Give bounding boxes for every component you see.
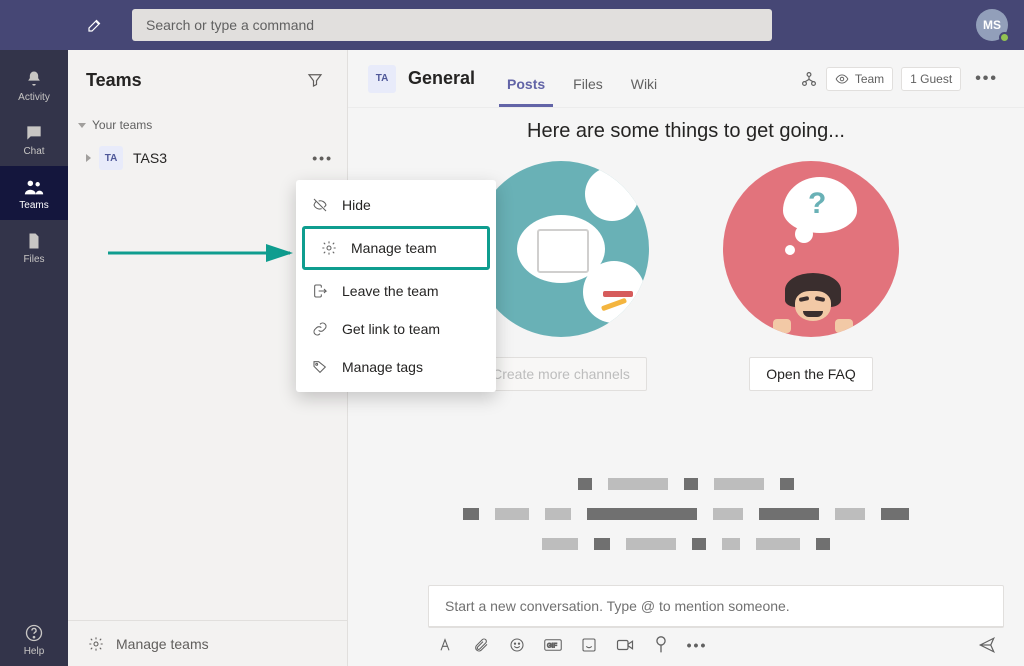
sticker-icon[interactable] (580, 636, 598, 654)
rail-teams[interactable]: Teams (0, 166, 68, 220)
tab-files[interactable]: Files (565, 76, 611, 107)
tag-icon (310, 357, 330, 377)
hide-icon (310, 195, 330, 215)
group-label: Your teams (92, 118, 152, 132)
emoji-icon[interactable] (508, 636, 526, 654)
search-input[interactable]: Search or type a command (132, 9, 772, 41)
attach-icon[interactable] (472, 636, 490, 654)
ctx-manage-team[interactable]: Manage team (302, 226, 490, 270)
rail-label: Activity (18, 92, 50, 103)
ctx-label: Hide (342, 197, 371, 213)
stream-icon[interactable] (652, 636, 670, 654)
panel-title: Teams (86, 70, 301, 91)
channel-more-icon[interactable]: ••• (969, 70, 1004, 88)
team-avatar: TA (99, 146, 123, 170)
loading-skeleton (348, 478, 1024, 550)
team-context-menu: Hide Manage team Leave the team Get link… (296, 180, 496, 392)
format-icon[interactable] (436, 636, 454, 654)
channel-header: TA General Posts Files Wiki Team 1 Guest… (348, 50, 1024, 108)
visibility-pill[interactable]: Team (826, 67, 893, 91)
user-avatar[interactable]: MS (976, 9, 1008, 41)
ctx-label: Manage team (351, 240, 437, 256)
link-icon (310, 319, 330, 339)
gear-icon (319, 238, 339, 258)
gif-icon[interactable]: GIF (544, 636, 562, 654)
org-chart-icon[interactable] (800, 70, 818, 88)
ctx-leave-team[interactable]: Leave the team (296, 272, 496, 310)
panel-header: Teams (68, 50, 347, 110)
rail-label: Files (23, 254, 44, 265)
rail-label: Chat (23, 146, 44, 157)
your-teams-group[interactable]: Your teams (68, 110, 347, 140)
chevron-right-icon (86, 154, 91, 162)
ctx-manage-tags[interactable]: Manage tags (296, 348, 496, 386)
presence-available-icon (999, 32, 1010, 43)
composer-toolbar: GIF ••• (428, 636, 1004, 654)
more-icon[interactable]: ••• (688, 636, 706, 654)
compose-icon[interactable] (86, 16, 104, 34)
send-icon[interactable] (978, 636, 996, 654)
bell-icon (23, 68, 45, 90)
composer-input[interactable]: Start a new conversation. Type @ to ment… (428, 585, 1004, 628)
avatar-initials: MS (983, 18, 1001, 32)
create-channels-button[interactable]: Create more channels (475, 357, 647, 391)
filter-icon[interactable] (301, 66, 329, 94)
composer-area: Start a new conversation. Type @ to ment… (348, 585, 1024, 666)
ctx-hide[interactable]: Hide (296, 186, 496, 224)
channel-tabs: Posts Files Wiki (493, 50, 671, 107)
channel-team-avatar: TA (368, 65, 396, 93)
rail-chat[interactable]: Chat (0, 112, 68, 166)
guests-pill[interactable]: 1 Guest (901, 67, 961, 91)
search-placeholder: Search or type a command (146, 17, 314, 33)
hero-title: Here are some things to get going... (527, 120, 845, 143)
card-open-faq: ? Open the FAQ (711, 161, 911, 391)
team-row-tas3[interactable]: TA TAS3 ••• (68, 140, 347, 176)
composer-placeholder: Start a new conversation. Type @ to ment… (445, 598, 790, 614)
ctx-label: Get link to team (342, 321, 440, 337)
open-faq-button[interactable]: Open the FAQ (749, 357, 873, 391)
rail-files[interactable]: Files (0, 220, 68, 274)
eye-icon (835, 72, 849, 86)
team-more-icon[interactable]: ••• (308, 150, 337, 166)
teams-icon (23, 176, 45, 198)
faq-illustration: ? (723, 161, 899, 337)
svg-text:GIF: GIF (547, 643, 557, 649)
title-bar: Search or type a command MS (0, 0, 1024, 50)
gear-icon (86, 634, 106, 654)
manage-teams-label: Manage teams (116, 636, 209, 652)
channels-illustration (473, 161, 649, 337)
rail-activity[interactable]: Activity (0, 58, 68, 112)
ctx-get-link[interactable]: Get link to team (296, 310, 496, 348)
chevron-down-icon (78, 123, 86, 128)
tab-posts[interactable]: Posts (499, 76, 553, 107)
chat-icon (23, 122, 45, 144)
rail-label: Help (24, 646, 45, 657)
files-icon (23, 230, 45, 252)
app-rail: Activity Chat Teams Files Help (0, 50, 68, 666)
leave-icon (310, 281, 330, 301)
rail-label: Teams (19, 200, 48, 211)
meet-now-icon[interactable] (616, 636, 634, 654)
ctx-label: Manage tags (342, 359, 423, 375)
tab-wiki[interactable]: Wiki (623, 76, 665, 107)
rail-help[interactable]: Help (0, 612, 68, 666)
manage-teams-button[interactable]: Manage teams (68, 620, 347, 666)
team-name: TAS3 (133, 150, 308, 166)
channel-name: General (408, 68, 475, 89)
help-icon (23, 622, 45, 644)
ctx-label: Leave the team (342, 283, 439, 299)
